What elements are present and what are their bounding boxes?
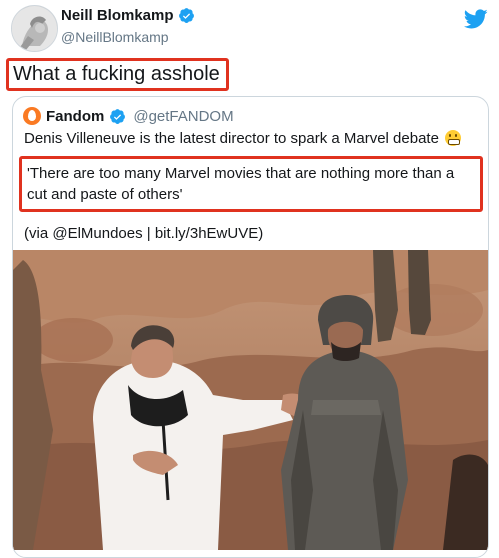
quoted-source-link[interactable]: (via @ElMundoes | bit.ly/3hEwUVE)	[24, 225, 263, 242]
verified-badge-icon	[178, 8, 194, 23]
quoted-photo[interactable]	[13, 250, 488, 550]
quoted-author-row: Fandom @getFANDOM	[23, 107, 234, 125]
quoted-pull-quote: 'There are too many Marvel movies that a…	[19, 156, 483, 212]
twitter-bird-icon[interactable]	[464, 7, 488, 31]
tweet-text: What a fucking asshole	[6, 58, 229, 91]
quoted-author-handle[interactable]: @getFANDOM	[133, 108, 233, 125]
author-row: Neill Blomkamp	[61, 7, 195, 24]
quoted-tweet-card[interactable]: Fandom @getFANDOM Denis Villeneuve is th…	[12, 96, 489, 558]
quoted-headline-text: Denis Villeneuve is the latest director …	[24, 130, 439, 147]
fandom-logo-icon	[23, 107, 41, 125]
author-handle[interactable]: @NeillBlomkamp	[61, 29, 169, 45]
verified-badge-icon	[110, 108, 126, 124]
avatar-sketch-image	[12, 6, 57, 51]
avatar[interactable]	[11, 5, 58, 52]
quoted-author-name[interactable]: Fandom	[46, 108, 104, 125]
quoted-headline: Denis Villeneuve is the latest director …	[24, 130, 462, 147]
author-name[interactable]: Neill Blomkamp	[61, 7, 174, 24]
grimacing-face-emoji-icon	[445, 130, 462, 146]
